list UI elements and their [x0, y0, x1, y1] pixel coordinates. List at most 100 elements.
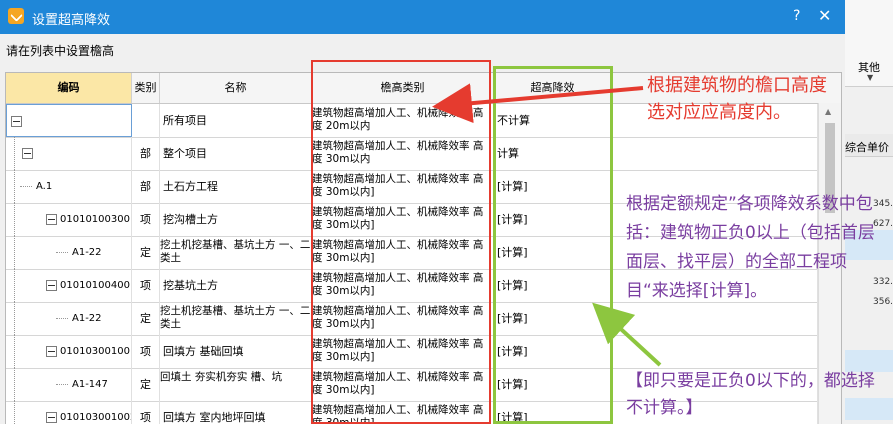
reduction-cell[interactable]: [计算] [494, 170, 612, 203]
category-cell[interactable] [132, 104, 160, 137]
height-class-cell[interactable]: 建筑物超高增加人工、机械降效率 高度 30m以内] [312, 269, 494, 302]
code-cell[interactable]: A.1 [6, 170, 132, 203]
reduction-cell[interactable]: 不计算 [494, 104, 612, 137]
height-class-cell[interactable]: 建筑物超高增加人工、机械降效率 高度 30m以内] [312, 236, 494, 269]
category-cell[interactable]: 定 [132, 302, 160, 335]
reduction-cell[interactable]: [计算] [494, 269, 612, 302]
tree-line [14, 170, 15, 203]
category-cell[interactable]: 项 [132, 269, 160, 302]
code-text: A1-22 [72, 247, 102, 258]
code-cell[interactable]: 010101003001 [6, 203, 132, 236]
reduction-cell[interactable]: [计算] [494, 203, 612, 236]
collapse-toggle-icon[interactable] [46, 214, 57, 225]
tree-line [56, 318, 68, 319]
name-cell[interactable]: 挖土机挖基槽、基坑土方 一、二类土 [160, 236, 312, 269]
collapse-toggle-icon[interactable] [46, 412, 57, 423]
table-row[interactable]: A1-22 定挖土机挖基槽、基坑土方 一、二类土 建筑物超高增加人工、机械降效率 高… [6, 302, 818, 336]
code-cell[interactable] [6, 104, 132, 137]
code-text: 010103001001 [60, 346, 132, 357]
background-toolbar: 其他 ▼ [845, 0, 893, 87]
collapse-toggle-icon[interactable] [46, 346, 57, 357]
collapse-toggle-icon[interactable] [46, 280, 57, 291]
close-button[interactable]: ✕ [818, 6, 831, 25]
category-cell[interactable]: 部 [132, 170, 160, 203]
height-class-cell[interactable]: 建筑物超高增加人工、机械降效率 高度 30m以内] [312, 170, 494, 203]
background-column-header: 综合单价 [845, 134, 893, 157]
height-class-cell[interactable]: 建筑物超高增加人工、机械降效率 高度 30m以内] [312, 302, 494, 335]
help-button[interactable]: ? [793, 8, 800, 24]
reduction-cell[interactable]: [计算] [494, 335, 612, 368]
height-class-cell[interactable]: 建筑物超高增加人工、机械降效率 高度 20m以内 [312, 104, 494, 137]
empty-cell[interactable] [612, 302, 818, 335]
table-row[interactable]: 010103001001 项回填方 基础回填 建筑物超高增加人工、机械降效率 高度 … [6, 335, 818, 369]
background-value: 332. [873, 277, 893, 287]
code-cell[interactable]: 010103001002 [6, 401, 132, 424]
height-class-cell[interactable]: 建筑物超高增加人工、机械降效率 高度 30m以内] [312, 203, 494, 236]
height-class-cell[interactable]: 建筑物超高增加人工、机械降效率 高度 30m以内] [312, 368, 494, 401]
code-cell[interactable] [6, 137, 132, 170]
name-cell[interactable]: 挖土机挖基槽、基坑土方 一、二类土 [160, 302, 312, 335]
tree-line [14, 335, 15, 368]
reduction-cell[interactable]: [计算] [494, 368, 612, 401]
background-value: 356. [873, 297, 893, 307]
red-annotation-line: 选对应应高度内。 [647, 102, 791, 123]
name-cell[interactable]: 回填土 夯实机夯实 槽、坑 [160, 368, 312, 401]
code-text: A1-147 [72, 379, 108, 390]
tree-line [14, 302, 15, 335]
app-icon [8, 8, 24, 24]
column-header-name[interactable]: 名称 [160, 73, 312, 103]
height-class-cell[interactable]: 建筑物超高增加人工、机械降效率 高度 30m以内 [312, 137, 494, 170]
category-cell[interactable]: 定 [132, 368, 160, 401]
name-cell[interactable]: 土石方工程 [160, 170, 312, 203]
height-class-cell[interactable]: 建筑物超高增加人工、机械降效率 高度 30m以内] [312, 335, 494, 368]
collapse-toggle-icon[interactable] [22, 148, 33, 159]
reduction-cell[interactable]: [计算] [494, 236, 612, 269]
tree-line [14, 137, 15, 170]
dialog-titlebar[interactable]: 设置超高降效 ? ✕ [0, 0, 845, 34]
category-cell[interactable]: 项 [132, 203, 160, 236]
code-text: A.1 [36, 181, 53, 192]
category-cell[interactable]: 定 [132, 236, 160, 269]
tree-line [56, 252, 68, 253]
table-row[interactable]: 部整个项目 建筑物超高增加人工、机械降效率 高度 30m以内 计算 [6, 137, 818, 171]
name-cell[interactable]: 整个项目 [160, 137, 312, 170]
background-value: 627. [873, 219, 893, 229]
column-header-height-class[interactable]: 檐高类别 [312, 73, 494, 103]
reduction-cell[interactable]: [计算] [494, 401, 612, 424]
tree-line [14, 401, 15, 424]
collapse-toggle-icon[interactable] [11, 116, 22, 127]
code-cell[interactable]: 010101004001 [6, 269, 132, 302]
purple-annotation: 根据定额规定”各项降效系数中包括：建筑物正负0以上（包括首层面层、找平层）的全部… [626, 194, 875, 301]
empty-cell[interactable] [612, 137, 818, 170]
empty-cell[interactable] [612, 335, 818, 368]
purple-annotation-bracket: 【即只要是正负0以下的，都选择不计算。】 [626, 371, 875, 418]
code-cell[interactable]: A1-22 [6, 236, 132, 269]
category-cell[interactable]: 部 [132, 137, 160, 170]
category-cell[interactable]: 项 [132, 335, 160, 368]
name-cell[interactable]: 回填方 基础回填 [160, 335, 312, 368]
name-cell[interactable]: 回填方 室内地坪回填 [160, 401, 312, 424]
code-text: 010101003001 [60, 214, 132, 225]
unit-price-header: 综合单价 [845, 141, 889, 154]
reduction-cell[interactable]: 计算 [494, 137, 612, 170]
tree-line [14, 269, 15, 302]
reduction-cell[interactable]: [计算] [494, 302, 612, 335]
name-cell[interactable]: 挖基坑土方 [160, 269, 312, 302]
dialog-title: 设置超高降效 [32, 13, 111, 28]
red-annotation: 根据建筑物的檐口高度 选对应应高度内。 [647, 72, 827, 126]
column-header-code[interactable]: 编码 [6, 73, 132, 103]
code-cell[interactable]: A1-147 [6, 368, 132, 401]
category-cell[interactable]: 项 [132, 401, 160, 424]
column-header-reduction[interactable]: 超高降效 [494, 73, 612, 103]
code-cell[interactable]: 010103001001 [6, 335, 132, 368]
chevron-down-icon[interactable]: ▼ [867, 73, 873, 82]
name-cell[interactable]: 所有项目 [160, 104, 312, 137]
name-cell[interactable]: 挖沟槽土方 [160, 203, 312, 236]
column-header-category[interactable]: 类别 [132, 73, 160, 103]
height-class-cell[interactable]: 建筑物超高增加人工、机械降效率 高度 30m以内] [312, 401, 494, 424]
code-text: A1-22 [72, 313, 102, 324]
code-text: 010101004001 [60, 280, 132, 291]
red-annotation-line: 根据建筑物的檐口高度 [647, 75, 827, 96]
code-cell[interactable]: A1-22 [6, 302, 132, 335]
background-value: 345. [873, 199, 893, 209]
